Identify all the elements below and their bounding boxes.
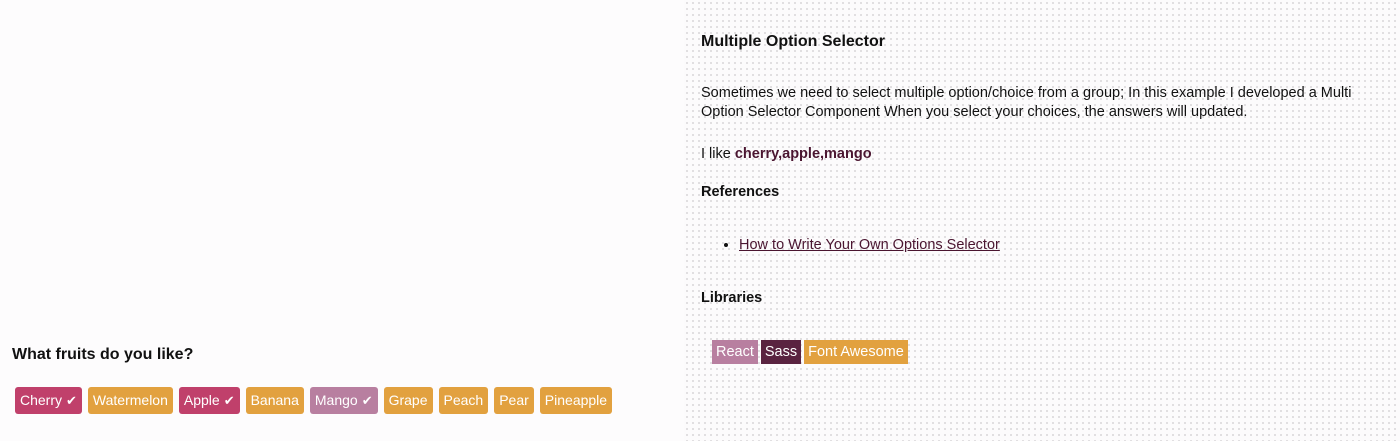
option-label: Cherry: [20, 392, 63, 408]
option-pear[interactable]: Pear: [494, 387, 534, 414]
reference-link[interactable]: How to Write Your Own Options Selector: [739, 237, 1000, 253]
check-icon: ✔: [361, 393, 373, 408]
list-item: How to Write Your Own Options Selector: [739, 237, 1000, 253]
description: Sometimes we need to select multiple opt…: [701, 85, 1352, 120]
library-badge-font-awesome: Font Awesome: [804, 340, 908, 364]
check-icon: ✔: [66, 393, 77, 408]
option-label: Banana: [250, 392, 299, 408]
option-banana[interactable]: Banana: [245, 387, 304, 414]
option-label: Mango: [314, 392, 358, 408]
option-watermelon[interactable]: Watermelon: [87, 387, 173, 414]
libraries-heading: Libraries: [701, 290, 763, 306]
answer-prefix: I like: [701, 146, 735, 162]
option-label: Peach: [443, 392, 484, 408]
answer-line: I like cherry,apple,mango: [701, 146, 872, 162]
answer-value: cherry,apple,mango: [734, 146, 872, 162]
demo-pane: What fruits do you like? Cherry ✔ Watermel…: [0, 0, 684, 441]
libraries-list: React Sass Font Awesome: [712, 340, 908, 364]
option-apple[interactable]: Apple ✔: [178, 387, 240, 414]
option-group: Cherry ✔ Watermelon Apple ✔ Banana Mango ✔ Grape…: [15, 387, 613, 414]
option-label: Pear: [499, 392, 529, 408]
info-pane: Multiple Option Selector Sometimes we ne…: [684, 0, 1400, 441]
option-peach[interactable]: Peach: [438, 387, 489, 414]
page-title: Multiple Option Selector: [701, 33, 886, 50]
option-cherry[interactable]: Cherry ✔: [15, 387, 82, 414]
library-badge-sass: Sass: [760, 340, 802, 364]
references-heading: References: [701, 184, 780, 200]
question-heading: What fruits do you like?: [12, 346, 194, 363]
option-label: Grape: [388, 392, 428, 408]
option-grape[interactable]: Grape: [383, 387, 433, 414]
option-label: Apple: [183, 392, 220, 408]
references-list: How to Write Your Own Options Selector: [722, 237, 1000, 253]
check-icon: ✔: [223, 393, 235, 408]
option-pineapple[interactable]: Pineapple: [539, 387, 613, 414]
option-label: Watermelon: [92, 392, 168, 408]
option-label: Pineapple: [544, 392, 608, 408]
library-badge-react: React: [712, 340, 758, 364]
option-mango[interactable]: Mango ✔: [309, 387, 378, 414]
